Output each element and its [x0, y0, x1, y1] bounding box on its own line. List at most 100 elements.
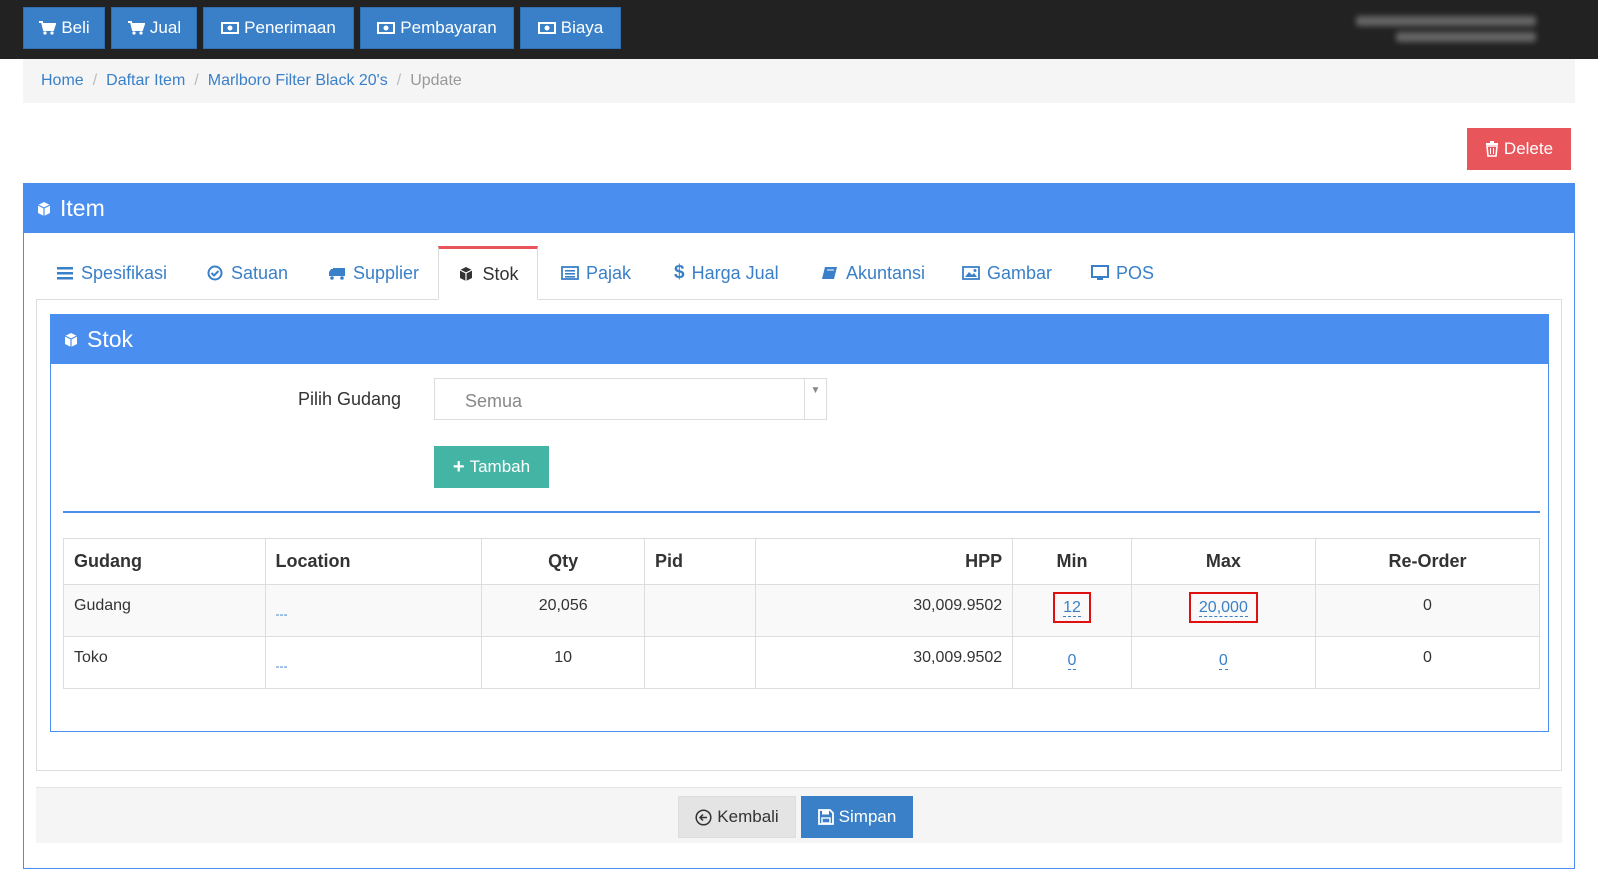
- tab-stok[interactable]: Stok: [438, 246, 538, 300]
- truck-icon: [329, 268, 345, 280]
- tab-spesifikasi-label: Spesifikasi: [81, 262, 168, 283]
- user-menu-blurred[interactable]: [1356, 10, 1536, 50]
- cart-icon: [127, 21, 145, 35]
- tab-pajak-label: Pajak: [586, 262, 632, 283]
- top-navbar: Beli Jual Penerimaan Pembayaran Biaya: [0, 0, 1598, 59]
- tab-pajak[interactable]: Pajak: [561, 246, 631, 300]
- book-icon: [822, 267, 837, 279]
- tab-pos[interactable]: POS: [1091, 246, 1154, 300]
- cell-gudang: Toko: [63, 636, 266, 689]
- cart-icon: [39, 21, 57, 35]
- gudang-select[interactable]: Semua ▼: [434, 378, 827, 420]
- nav-beli-label: Beli: [61, 18, 90, 37]
- col-reorder: Re-Order: [1314, 538, 1541, 585]
- location-edit-link[interactable]: ---: [276, 607, 288, 621]
- col-gudang: Gudang: [63, 538, 266, 585]
- cell-hpp: 30,009.9502: [755, 584, 1014, 637]
- breadcrumb-daftar-item-link[interactable]: Daftar Item: [106, 72, 185, 90]
- cell-hpp: 30,009.9502: [755, 636, 1014, 689]
- delete-button[interactable]: Delete: [1467, 128, 1571, 170]
- col-min: Min: [1012, 538, 1132, 585]
- tab-akuntansi[interactable]: Akuntansi: [821, 246, 925, 300]
- cube-icon: [64, 332, 78, 347]
- money-icon: [537, 22, 556, 34]
- simpan-label: Simpan: [838, 807, 897, 826]
- trash-icon: [1485, 141, 1498, 157]
- nav-beli-button[interactable]: Beli: [23, 7, 105, 49]
- breadcrumb-separator: /: [396, 72, 402, 89]
- max-edit-link[interactable]: 20,000: [1198, 600, 1248, 617]
- save-icon: [817, 809, 834, 825]
- tambah-label: Tambah: [469, 457, 531, 476]
- max-edit-link[interactable]: 0: [1218, 653, 1228, 670]
- tab-supplier[interactable]: Supplier: [328, 246, 419, 300]
- tab-harga-jual-label: Harga Jual: [691, 262, 779, 283]
- col-pid: Pid: [643, 538, 757, 585]
- breadcrumb-current: Update: [410, 72, 462, 89]
- max-highlight-box: 20,000: [1188, 592, 1258, 623]
- min-highlight-box: 12: [1053, 592, 1091, 623]
- pilih-gudang-label: Pilih Gudang: [298, 389, 402, 409]
- nav-biaya-button[interactable]: Biaya: [520, 7, 621, 49]
- cell-qty: 20,056: [481, 584, 645, 637]
- nav-penerimaan-label: Penerimaan: [244, 18, 336, 37]
- min-edit-link[interactable]: 0: [1067, 653, 1077, 670]
- cell-pid: [643, 636, 757, 689]
- simpan-button[interactable]: Simpan: [801, 796, 913, 838]
- tab-spesifikasi[interactable]: Spesifikasi: [56, 246, 167, 300]
- cube-icon: [460, 267, 473, 281]
- nav-pembayaran-label: Pembayaran: [400, 18, 497, 37]
- arrow-left-circle-icon: [695, 808, 712, 826]
- tambah-button[interactable]: + Tambah: [434, 446, 549, 488]
- breadcrumb-separator: /: [92, 72, 98, 89]
- tab-satuan[interactable]: Satuan: [206, 246, 288, 300]
- col-max: Max: [1130, 538, 1316, 585]
- list-alt-icon: [561, 266, 579, 280]
- col-qty: Qty: [481, 538, 645, 585]
- table-row: Gudang --- 20,056 30,009.9502 12 20,000 …: [63, 584, 1541, 637]
- col-hpp: HPP: [755, 538, 1014, 585]
- tab-akuntansi-label: Akuntansi: [846, 262, 926, 283]
- table-header-row: Gudang Location Qty Pid HPP Min Max Re-O…: [63, 538, 1541, 585]
- location-edit-link[interactable]: ---: [276, 659, 288, 673]
- plus-icon: +: [452, 456, 465, 478]
- cell-reorder: 0: [1314, 636, 1541, 689]
- item-panel-header: Item: [24, 184, 1574, 233]
- nav-penerimaan-button[interactable]: Penerimaan: [203, 7, 354, 49]
- stok-panel-header: Stok: [51, 315, 1548, 364]
- breadcrumb-item-link[interactable]: Marlboro Filter Black 20's: [208, 72, 388, 90]
- kembali-button[interactable]: Kembali: [678, 796, 796, 838]
- breadcrumb-separator: /: [194, 72, 199, 89]
- col-location: Location: [264, 538, 483, 585]
- tab-gambar[interactable]: Gambar: [962, 246, 1052, 300]
- check-circle-icon: [207, 265, 223, 281]
- monitor-icon: [1091, 265, 1109, 280]
- cell-pid: [643, 584, 757, 637]
- stok-panel-title: Stok: [87, 326, 134, 352]
- chevron-down-icon: ▼: [804, 379, 826, 419]
- stok-table: Gudang Location Qty Pid HPP Min Max Re-O…: [63, 538, 1541, 689]
- divider: [63, 511, 1540, 513]
- tab-pos-label: POS: [1116, 262, 1155, 283]
- money-icon: [377, 22, 396, 34]
- money-icon: [221, 22, 240, 34]
- breadcrumb-home-link[interactable]: Home: [41, 72, 84, 90]
- min-edit-link[interactable]: 12: [1063, 600, 1081, 617]
- tab-gambar-label: Gambar: [987, 262, 1053, 283]
- nav-jual-button[interactable]: Jual: [111, 7, 197, 49]
- delete-label: Delete: [1503, 139, 1554, 158]
- cell-gudang: Gudang: [63, 584, 266, 637]
- picture-icon: [962, 266, 980, 280]
- tab-stok-label: Stok: [482, 263, 519, 284]
- table-row: Toko --- 10 30,009.9502 0 0 0: [63, 636, 1541, 689]
- nav-biaya-label: Biaya: [560, 18, 604, 37]
- cell-qty: 10: [481, 636, 645, 689]
- item-panel-title: Item: [60, 195, 105, 221]
- item-tabs: Spesifikasi Satuan Supplier Stok Pajak $…: [36, 246, 1562, 300]
- nav-pembayaran-button[interactable]: Pembayaran: [360, 7, 514, 49]
- item-panel: Item Spesifikasi Satuan Supplier Stok Pa…: [23, 183, 1575, 869]
- nav-jual-label: Jual: [149, 18, 182, 37]
- tab-harga-jual[interactable]: $ Harga Jual: [674, 246, 779, 300]
- form-footer: Kembali Simpan: [36, 787, 1562, 843]
- tab-satuan-label: Satuan: [231, 262, 289, 283]
